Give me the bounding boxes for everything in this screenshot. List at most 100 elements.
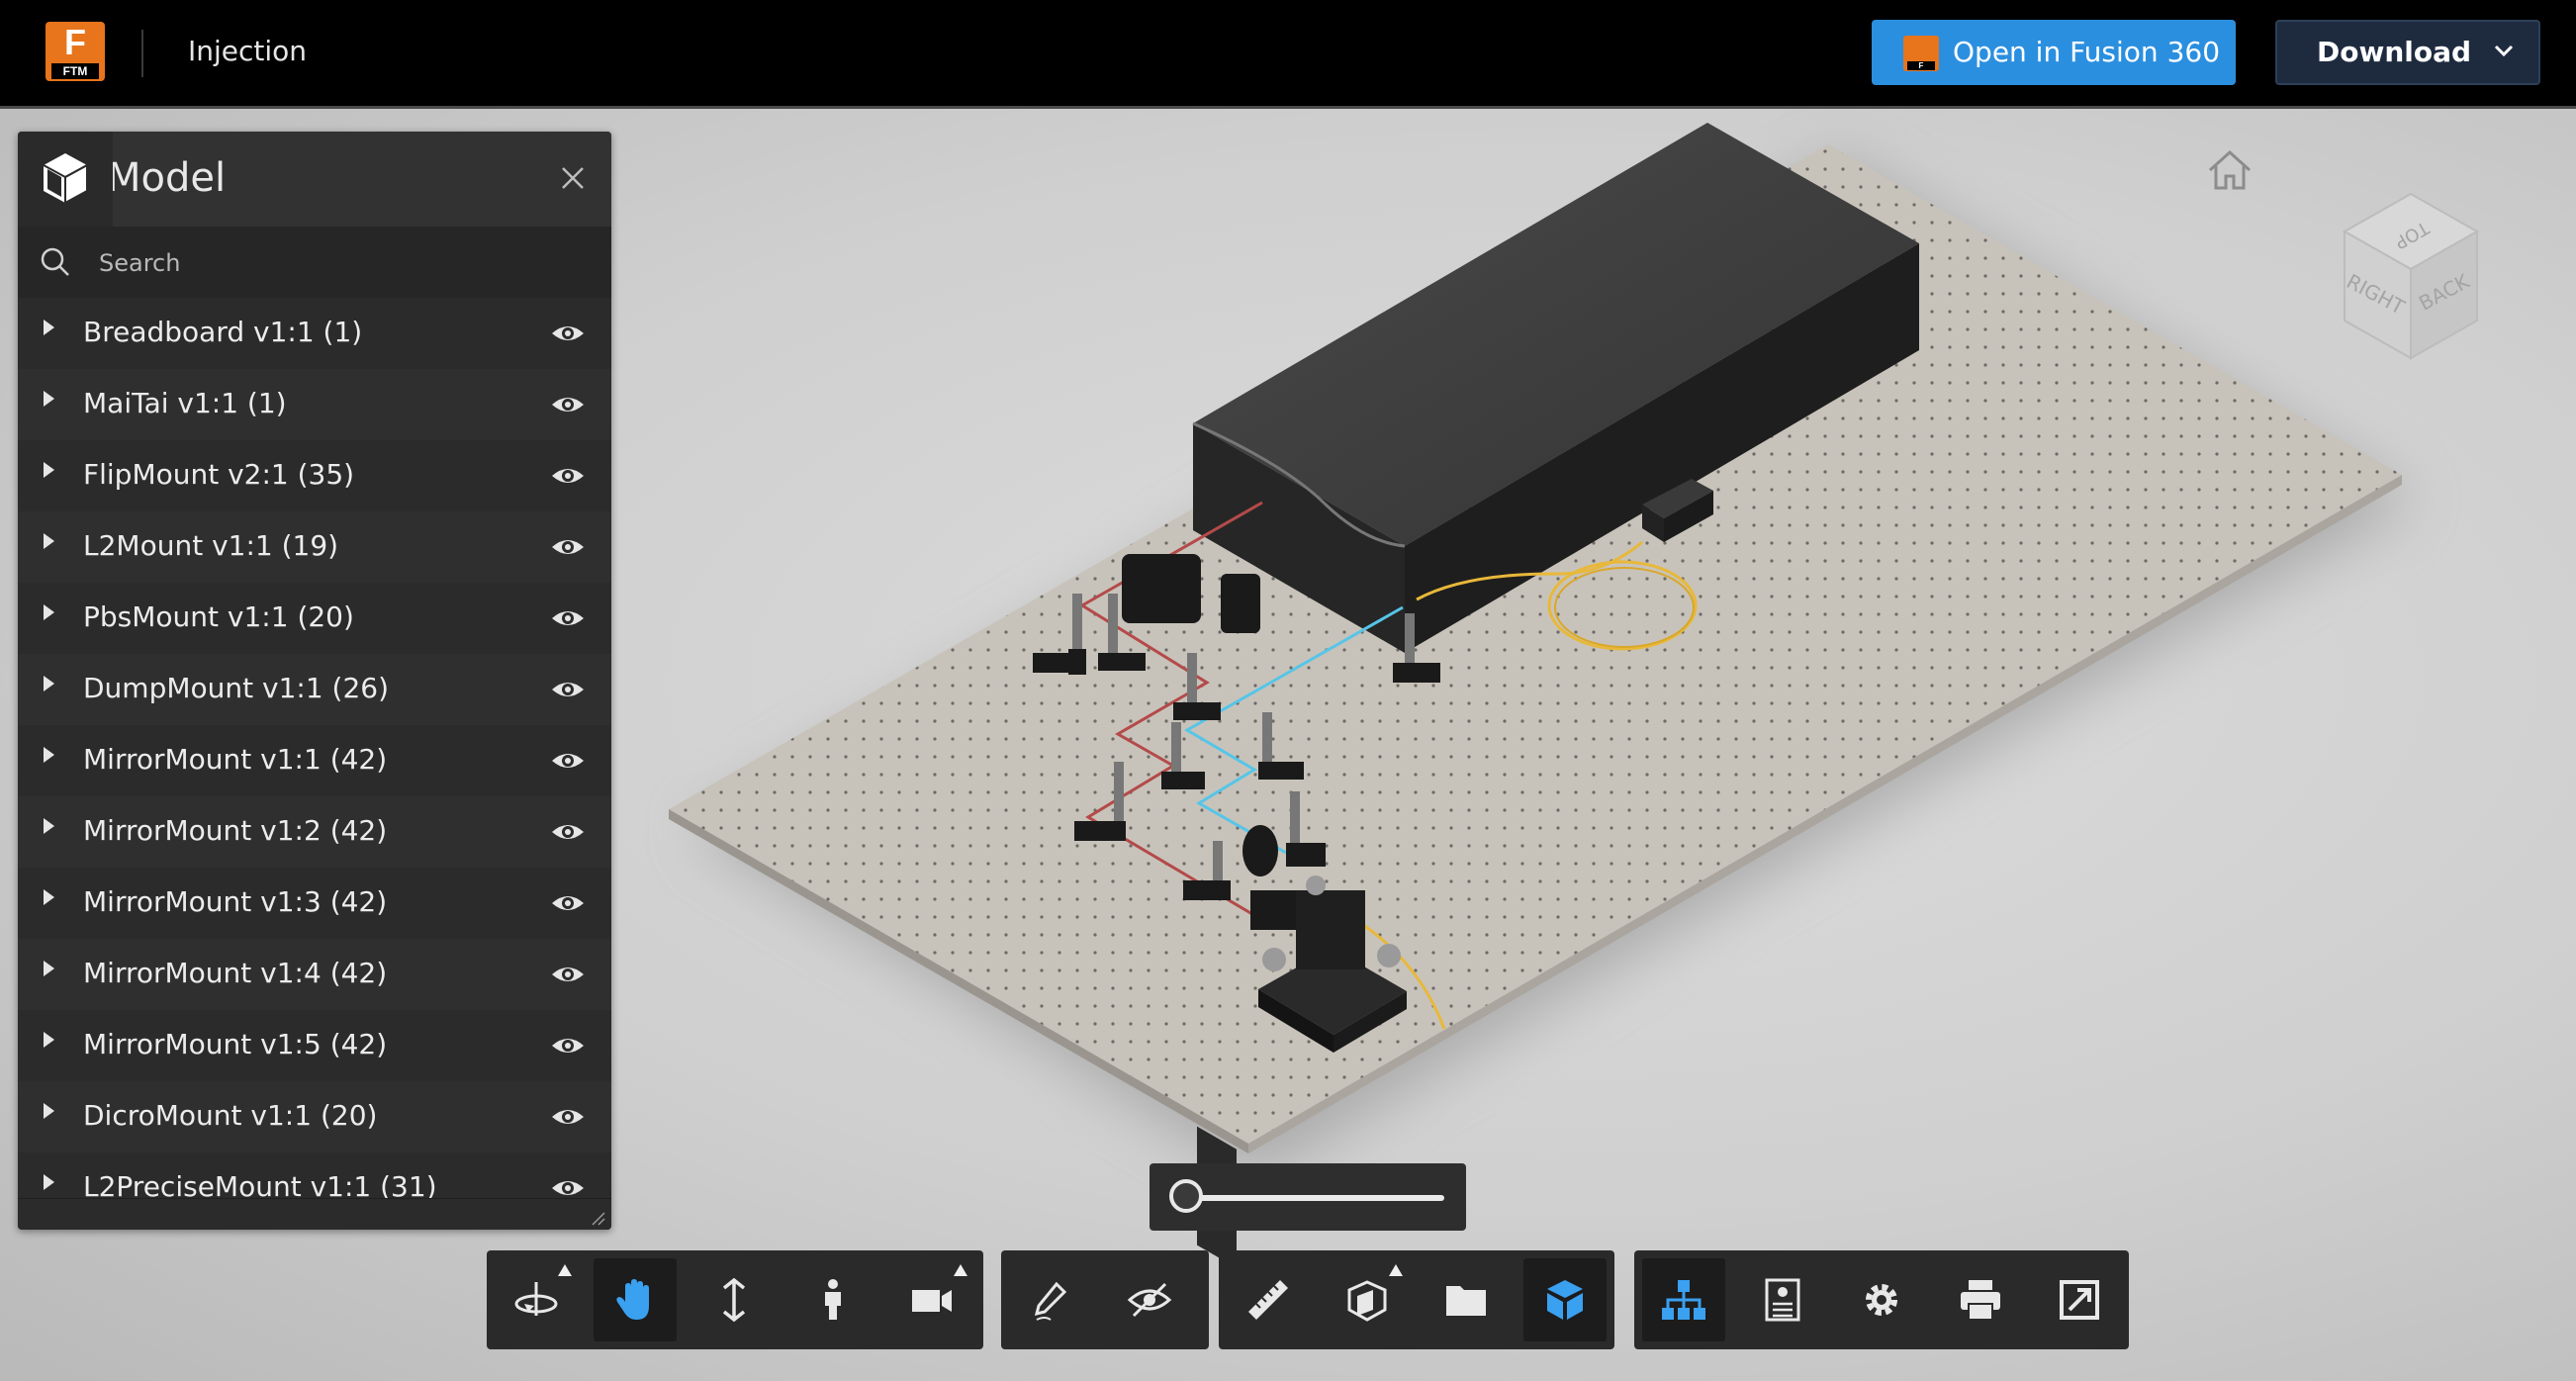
- eye-icon[interactable]: [550, 464, 586, 488]
- explode-button[interactable]: [1425, 1258, 1508, 1341]
- expand-triangle-icon[interactable]: [44, 961, 54, 976]
- app-logo[interactable]: F FTM: [46, 22, 105, 81]
- expand-triangle-icon[interactable]: [44, 320, 54, 335]
- eye-icon[interactable]: [550, 963, 586, 986]
- tree-row[interactable]: MirrorMount v1:2 (42): [18, 796, 611, 868]
- zoom-button[interactable]: [692, 1258, 776, 1341]
- eye-icon[interactable]: [550, 1034, 586, 1058]
- navigation-tools: [487, 1250, 983, 1349]
- tree-row[interactable]: DicroMount v1:1 (20): [18, 1081, 611, 1152]
- open-in-fusion-button[interactable]: F Open in Fusion 360: [1872, 20, 2236, 85]
- explode-slider-track[interactable]: [1189, 1195, 1444, 1201]
- header-divider: [141, 30, 143, 77]
- expand-triangle-icon[interactable]: [44, 604, 54, 620]
- tree-row[interactable]: PbsMount v1:1 (20): [18, 583, 611, 654]
- viewcube[interactable]: TOP RIGHT BACK: [2327, 190, 2495, 378]
- app-logo-letter: F: [64, 22, 86, 62]
- fullscreen-button[interactable]: [2038, 1258, 2121, 1341]
- close-icon[interactable]: [558, 163, 588, 193]
- tree-row[interactable]: MaiTai v1:1 (1): [18, 369, 611, 440]
- first-person-button[interactable]: [791, 1258, 874, 1341]
- panel-header[interactable]: Model: [18, 132, 611, 227]
- fullscreen-icon: [2060, 1280, 2099, 1320]
- markup-button[interactable]: [1009, 1258, 1092, 1341]
- open-in-fusion-label: Open in Fusion 360: [1953, 36, 2221, 68]
- panel-footer: [18, 1198, 611, 1230]
- expand-triangle-icon[interactable]: [44, 1103, 54, 1119]
- explode-slider[interactable]: [1150, 1163, 1466, 1231]
- eye-icon[interactable]: [550, 749, 586, 773]
- section-icon: [1347, 1280, 1387, 1322]
- camera-button[interactable]: [890, 1258, 973, 1341]
- model-cube-icon: [43, 153, 88, 205]
- search-input[interactable]: [97, 240, 576, 286]
- tree-row-label: MaiTai v1:1 (1): [83, 387, 287, 419]
- tree-row-label: DicroMount v1:1 (20): [83, 1099, 378, 1132]
- expand-triangle-icon[interactable]: [44, 1032, 54, 1048]
- chevron-down-icon[interactable]: [2493, 40, 2515, 61]
- tree-row-label: MirrorMount v1:1 (42): [83, 743, 388, 776]
- model-structure-icon: [1662, 1280, 1705, 1320]
- tree-row[interactable]: MirrorMount v1:5 (42): [18, 1010, 611, 1081]
- pan-button[interactable]: [594, 1258, 677, 1341]
- model-structure-button[interactable]: [1642, 1258, 1725, 1341]
- eye-icon[interactable]: [550, 393, 586, 416]
- camera-menu-caret[interactable]: [954, 1264, 967, 1276]
- tree-row[interactable]: L2Mount v1:1 (19): [18, 511, 611, 583]
- markup-tools: [1001, 1250, 1209, 1349]
- resize-grip-icon[interactable]: [590, 1210, 605, 1226]
- orbit-button[interactable]: [495, 1258, 578, 1341]
- tree-row[interactable]: DumpMount v1:1 (26): [18, 654, 611, 725]
- search-icon: [41, 247, 69, 276]
- model-tree: Breadboard v1:1 (1) MaiTai v1:1 (1) FlipMo…: [18, 298, 611, 1198]
- settings-tools: [1634, 1250, 2129, 1349]
- tree-row[interactable]: Breadboard v1:1 (1): [18, 298, 611, 369]
- eye-icon[interactable]: [550, 535, 586, 559]
- home-icon[interactable]: [2204, 148, 2255, 192]
- tree-row-label: L2PreciseMount v1:1 (31): [83, 1170, 437, 1198]
- explode-slider-thumb[interactable]: [1169, 1179, 1203, 1213]
- tree-row[interactable]: FlipMount v2:1 (35): [18, 440, 611, 511]
- tree-row[interactable]: MirrorMount v1:1 (42): [18, 725, 611, 796]
- section-menu-caret[interactable]: [1389, 1264, 1403, 1276]
- expand-triangle-icon[interactable]: [44, 391, 54, 407]
- tree-row[interactable]: MirrorMount v1:4 (42): [18, 939, 611, 1010]
- expand-triangle-icon[interactable]: [44, 533, 54, 549]
- print-icon: [1961, 1280, 2000, 1321]
- visibility-icon: [1127, 1282, 1172, 1318]
- download-button[interactable]: Download: [2275, 20, 2540, 85]
- expand-triangle-icon[interactable]: [44, 818, 54, 834]
- tree-row[interactable]: MirrorMount v1:3 (42): [18, 868, 611, 939]
- eye-icon[interactable]: [550, 606, 586, 630]
- settings-button[interactable]: [1840, 1258, 1923, 1341]
- tree-row-label: Breadboard v1:1 (1): [83, 316, 363, 348]
- first-person-icon: [825, 1279, 841, 1320]
- explode-icon: [1446, 1286, 1486, 1316]
- eye-icon[interactable]: [550, 820, 586, 844]
- camera-icon: [912, 1290, 952, 1312]
- print-button[interactable]: [1939, 1258, 2022, 1341]
- fusion-badge-letter: F: [1907, 61, 1935, 70]
- section-button[interactable]: [1326, 1258, 1409, 1341]
- expand-triangle-icon[interactable]: [44, 889, 54, 905]
- eye-icon[interactable]: [550, 1176, 586, 1198]
- model-browser-button[interactable]: [1523, 1258, 1607, 1341]
- expand-triangle-icon[interactable]: [44, 462, 54, 478]
- expand-triangle-icon[interactable]: [44, 747, 54, 763]
- tree-row[interactable]: L2PreciseMount v1:1 (31): [18, 1152, 611, 1198]
- orbit-menu-caret[interactable]: [558, 1264, 572, 1276]
- tree-row-label: MirrorMount v1:5 (42): [83, 1028, 388, 1060]
- download-label: Download: [2317, 36, 2472, 68]
- eye-icon[interactable]: [550, 891, 586, 915]
- model-browser-icon: [1547, 1280, 1583, 1320]
- visibility-button[interactable]: [1108, 1258, 1191, 1341]
- eye-icon[interactable]: [550, 678, 586, 701]
- eye-icon[interactable]: [550, 1105, 586, 1129]
- tree-row-label: FlipMount v2:1 (35): [83, 458, 355, 491]
- measure-button[interactable]: [1227, 1258, 1310, 1341]
- properties-button[interactable]: [1741, 1258, 1824, 1341]
- tree-row-label: MirrorMount v1:4 (42): [83, 957, 388, 989]
- expand-triangle-icon[interactable]: [44, 676, 54, 691]
- expand-triangle-icon[interactable]: [44, 1174, 54, 1190]
- eye-icon[interactable]: [550, 322, 586, 345]
